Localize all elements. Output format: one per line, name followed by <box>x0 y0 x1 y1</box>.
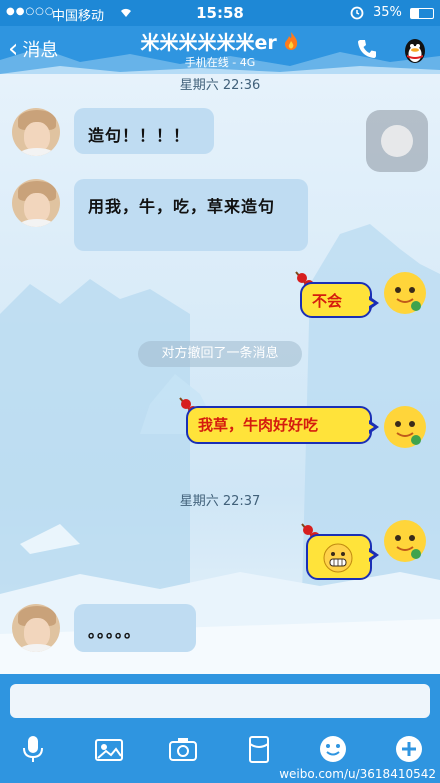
message-text: 我草，牛肉好好吃 <box>198 416 319 434</box>
red-packet-icon[interactable] <box>244 734 274 764</box>
plus-icon[interactable] <box>394 734 424 764</box>
flame-icon <box>283 32 299 54</box>
photo-icon[interactable] <box>94 734 124 764</box>
battery-icon <box>410 8 434 19</box>
message-bubble-incoming[interactable]: 。。。。。 <box>74 604 196 652</box>
chat-area[interactable]: 星期六 22:36 造句！！！！ 用我，牛，吃，草来造句 不会 对方撤回了一条消… <box>0 74 440 674</box>
camera-icon[interactable] <box>168 734 198 764</box>
penguin-icon[interactable] <box>402 36 428 64</box>
message-bubble-outgoing[interactable]: 不会 <box>300 282 379 318</box>
grinning-emoji-icon <box>323 543 353 573</box>
timestamp: 星期六 22:36 <box>179 78 261 93</box>
user-pet-avatar-icon[interactable] <box>382 404 428 450</box>
user-pet-avatar-icon[interactable] <box>382 270 428 316</box>
message-bubble-outgoing[interactable] <box>306 534 379 580</box>
message-input[interactable] <box>10 684 430 718</box>
emoji-icon[interactable] <box>318 734 348 764</box>
message-text: 不会 <box>312 292 343 310</box>
message-bubble-incoming[interactable]: 用我，牛，吃，草来造句 <box>74 179 308 251</box>
phone-icon[interactable] <box>356 38 378 60</box>
chat-header: ‹ 消息 米米米米米米er 手机在线 - 4G <box>0 26 440 74</box>
microphone-icon[interactable] <box>18 734 48 764</box>
assistive-touch-button[interactable] <box>366 110 428 172</box>
user-pet-avatar-icon[interactable] <box>382 518 428 564</box>
timestamp: 星期六 22:37 <box>179 494 261 509</box>
alarm-icon <box>349 4 365 24</box>
avatar[interactable] <box>12 108 60 156</box>
contact-name-text: 米米米米米米er <box>140 32 277 54</box>
message-bubble-outgoing[interactable]: 我草，牛肉好好吃 <box>186 406 379 444</box>
avatar[interactable] <box>12 604 60 652</box>
message-bubble-incoming[interactable]: 造句！！！！ <box>74 108 214 154</box>
status-bar: ●●○○○ 中国移动 15:58 35% <box>0 0 440 26</box>
message-recalled-notice: 对方撤回了一条消息 <box>138 341 302 367</box>
input-panel: weibo.com/u/3618410542 <box>0 674 440 783</box>
battery-percent: 35% <box>373 5 402 20</box>
weibo-watermark: weibo.com/u/3618410542 <box>279 767 436 781</box>
avatar[interactable] <box>12 179 60 227</box>
